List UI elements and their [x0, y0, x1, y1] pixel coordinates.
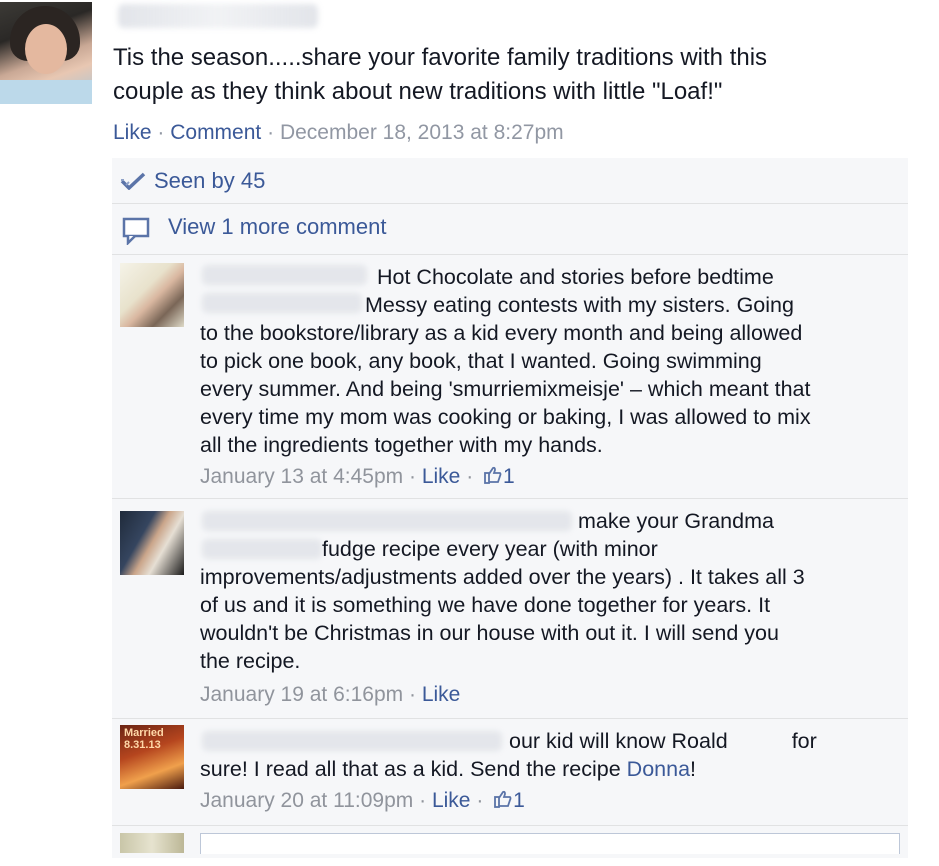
comment-line: Messy eating contests with my sisters. G…: [365, 293, 794, 317]
comment-like-count[interactable]: 1: [513, 789, 525, 812]
comment-like-link[interactable]: Like: [432, 789, 471, 812]
commenter-avatar[interactable]: [120, 263, 184, 327]
comment-fragment: sure! I read all that as a kid. Send the…: [200, 757, 627, 781]
comment-line: every summer. And being 'smurriemixmeisj…: [200, 377, 811, 401]
separator: ·: [466, 465, 474, 488]
comment-fragment: !: [690, 757, 697, 781]
comment-timestamp[interactable]: January 19 at 6:16pm: [200, 683, 403, 706]
comment-fragment: for: [791, 729, 817, 753]
mention-link[interactable]: Donna: [627, 757, 690, 781]
comment-line: wouldn't be Christmas in our house with …: [200, 621, 779, 645]
separator: ·: [267, 121, 275, 144]
avatar-sign-line: Married: [124, 727, 164, 739]
comment-item: Hot Chocolate and stories before bedtime…: [112, 254, 908, 497]
comment-text: make your Grandma fudge recipe every yea…: [200, 507, 900, 675]
post-text-line-2: couple as they think about new tradition…: [113, 78, 723, 105]
commenter-avatar[interactable]: Married 8.31.13: [120, 725, 184, 789]
comment-meta: January 20 at 11:09pm · Like · 1: [200, 787, 525, 815]
avatar-sign-line: 8.31.13: [124, 739, 161, 751]
thumbs-up-icon[interactable]: [493, 789, 513, 809]
comment-meta: January 13 at 4:45pm · Like · 1: [200, 463, 515, 491]
comment-line: to the bookstore/library as a kid every …: [200, 321, 803, 345]
view-more-comments-link[interactable]: View 1 more comment: [168, 213, 386, 241]
avatar-face: [25, 24, 67, 74]
like-link[interactable]: Like: [113, 121, 152, 144]
comment-line: sure! I read all that as a kid. Send the…: [200, 755, 900, 783]
post-actions: Like · Comment · December 18, 2013 at 8:…: [113, 119, 564, 147]
comment-text: our kid will know Roald for sure! I read …: [200, 727, 900, 783]
reply-input[interactable]: [200, 833, 900, 854]
comment-timestamp[interactable]: January 13 at 4:45pm: [200, 465, 403, 488]
comment-line: the recipe.: [200, 649, 301, 673]
comment-link[interactable]: Comment: [170, 121, 261, 144]
seen-by-row: Seen by 45: [112, 158, 908, 202]
comment-item: make your Grandma fudge recipe every yea…: [112, 498, 908, 717]
comments-panel: Seen by 45 View 1 more comment Hot Choco…: [112, 158, 908, 858]
thumbs-up-icon[interactable]: [483, 465, 503, 485]
comment-like-count[interactable]: 1: [503, 465, 515, 488]
separator: ·: [419, 789, 427, 812]
comment-line: of us and it is something we have done t…: [200, 593, 771, 617]
comment-line: our kid will know Roald for: [200, 727, 900, 755]
comment-line: make your Grandma: [578, 509, 774, 533]
separator: ·: [157, 121, 165, 144]
post-timestamp[interactable]: December 18, 2013 at 8:27pm: [280, 121, 564, 144]
comment-line: fudge recipe every year (with minor: [322, 537, 658, 561]
view-more-comments-row[interactable]: View 1 more comment: [112, 203, 908, 254]
comment-meta: January 19 at 6:16pm · Like: [200, 681, 460, 709]
separator: ·: [476, 789, 484, 812]
comment-like-link[interactable]: Like: [422, 683, 461, 706]
comment-like-link[interactable]: Like: [422, 465, 461, 488]
seen-by-label[interactable]: Seen by 45: [154, 167, 265, 195]
comment-line: all the ingredients together with my han…: [200, 433, 603, 457]
comment-text: Hot Chocolate and stories before bedtime…: [200, 263, 900, 459]
comment-timestamp[interactable]: January 20 at 11:09pm: [200, 789, 413, 812]
comment-item: Married 8.31.13 our kid will know Roald f…: [112, 718, 908, 825]
comment-line: every time my mom was cooking or baking,…: [200, 405, 811, 429]
commenter-avatar[interactable]: [120, 511, 184, 575]
checkmark-icon: [120, 172, 146, 190]
comment-line: Hot Chocolate and stories before bedtime: [377, 265, 774, 289]
separator: ·: [408, 465, 416, 488]
comment-line: improvements/adjustments added over the …: [200, 565, 805, 589]
post-text: Tis the season.....share your favorite f…: [113, 41, 923, 109]
post-text-line-1: Tis the season.....share your favorite f…: [113, 44, 768, 71]
avatar-shirt: [0, 80, 92, 104]
comment-bubble-icon: [122, 217, 150, 245]
separator: ·: [408, 683, 416, 706]
post-author-name-redacted: [118, 4, 318, 28]
reply-composer-row: [112, 825, 908, 866]
avatar-sign-text: Married 8.31.13: [124, 727, 164, 751]
comment-line: to pick one book, any book, that I wante…: [200, 349, 762, 373]
comment-fragment: our kid will know Roald: [509, 729, 728, 753]
post-author-avatar[interactable]: [0, 2, 92, 104]
viewer-avatar: [120, 833, 184, 853]
